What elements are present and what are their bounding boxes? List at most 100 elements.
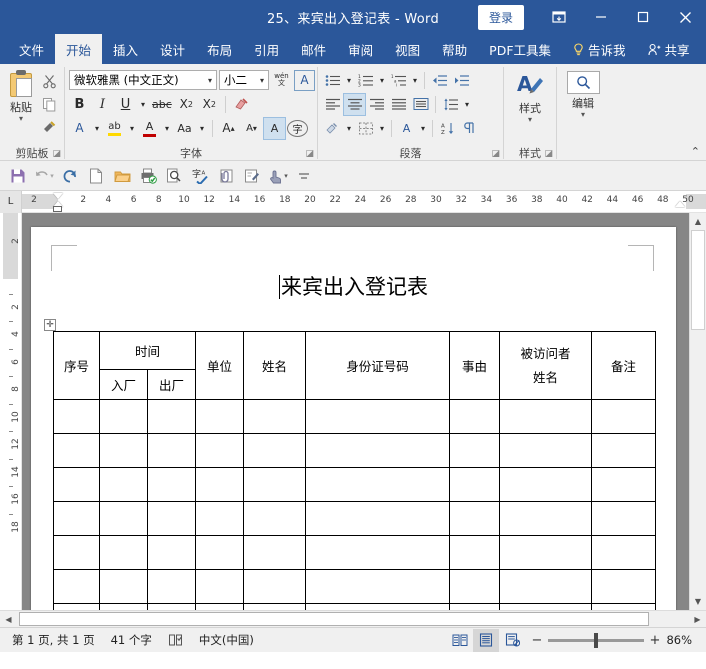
horizontal-scrollbar[interactable]: ◀ ▶ — [0, 610, 706, 627]
copy-icon[interactable] — [38, 94, 60, 115]
table-cell[interactable] — [305, 501, 451, 536]
table-cell[interactable] — [305, 399, 451, 434]
word-count[interactable]: 41 个字 — [103, 632, 160, 648]
horizontal-ruler[interactable]: L 2 2 4 6 8 10 12 14 16 18 20 22 24 26 28 30 32 34 36 38 40 4… — [0, 190, 706, 213]
justify-icon[interactable] — [388, 94, 409, 115]
grow-font-button[interactable]: A ▴ — [218, 118, 239, 139]
bullets-chevron-down-icon[interactable]: ▾ — [344, 70, 354, 91]
edit-document-icon[interactable] — [240, 164, 264, 188]
decrease-indent-icon[interactable] — [429, 70, 450, 91]
table-cell[interactable] — [99, 603, 148, 610]
tab-share[interactable]: 共享 — [637, 34, 701, 64]
header-cell-time[interactable]: 时间 — [98, 331, 197, 370]
new-document-icon[interactable] — [84, 164, 108, 188]
table-cell[interactable] — [591, 569, 657, 604]
zoom-percentage[interactable]: 86% — [666, 633, 696, 647]
change-case-button[interactable]: Aa — [174, 118, 195, 139]
superscript-button[interactable]: X2 — [199, 94, 220, 115]
clear-formatting-icon[interactable] — [231, 94, 252, 115]
bullets-icon[interactable] — [322, 70, 343, 91]
shading-chevron-down-icon[interactable]: ▾ — [344, 118, 354, 139]
table-cell[interactable] — [53, 501, 100, 536]
header-cell-exit[interactable]: 出厂 — [146, 369, 197, 400]
tab-mailings[interactable]: 邮件 — [290, 34, 337, 64]
table-cell[interactable] — [99, 467, 148, 502]
right-indent-marker[interactable] — [675, 200, 685, 207]
shading-icon[interactable] — [322, 118, 343, 139]
numbering-chevron-down-icon[interactable]: ▾ — [377, 70, 387, 91]
quick-print-icon[interactable] — [136, 164, 160, 188]
vertical-scrollbar[interactable]: ▲ ▼ — [689, 213, 706, 610]
header-cell-entry[interactable]: 入厂 — [99, 369, 148, 400]
align-left-icon[interactable] — [322, 94, 343, 115]
tab-pdf-tools[interactable]: PDF工具集 — [478, 34, 562, 64]
ribbon-display-options-icon[interactable] — [538, 0, 580, 34]
align-right-icon[interactable] — [366, 94, 387, 115]
table-cell[interactable] — [53, 399, 100, 434]
text-effects-button[interactable]: A — [69, 118, 90, 139]
collapse-ribbon-icon[interactable]: ⌃ — [691, 145, 700, 158]
table-row[interactable] — [53, 501, 657, 536]
table-cell[interactable] — [195, 569, 245, 604]
table-cell[interactable] — [146, 535, 197, 570]
minimize-icon[interactable] — [580, 0, 622, 34]
table-cell[interactable] — [195, 535, 245, 570]
table-cell[interactable] — [53, 467, 100, 502]
highlight-color-button[interactable]: ab — [104, 118, 125, 139]
header-cell-unit[interactable]: 单位 — [195, 331, 245, 400]
shrink-font-button[interactable]: A ▾ — [241, 118, 262, 139]
table-cell[interactable] — [499, 535, 593, 570]
editing-button[interactable]: 编辑 ▾ — [561, 68, 605, 119]
table-cell[interactable] — [146, 603, 197, 610]
table-cell[interactable] — [146, 467, 197, 502]
table-cell[interactable] — [305, 603, 451, 610]
horizontal-ruler-track[interactable]: 2 2 4 6 8 10 12 14 16 18 20 22 24 26 28 30 32 34 36 38 40 42 4… — [22, 191, 706, 213]
tab-help[interactable]: 帮助 — [431, 34, 478, 64]
table-cell[interactable] — [99, 433, 148, 468]
undo-icon[interactable]: ▾ — [32, 164, 56, 188]
print-layout-icon[interactable] — [473, 628, 499, 652]
table-cell[interactable] — [449, 501, 501, 536]
enclose-character-button[interactable]: 字 — [287, 119, 308, 137]
close-icon[interactable] — [664, 0, 706, 34]
table-cell[interactable] — [449, 569, 501, 604]
touch-mode-icon[interactable]: ▾ — [266, 164, 290, 188]
bold-button[interactable]: B — [69, 94, 90, 115]
paste-button[interactable]: 粘贴 ▾ — [4, 68, 38, 123]
table-row[interactable] — [53, 433, 657, 468]
italic-button[interactable]: I — [92, 94, 113, 115]
header-cell-remark[interactable]: 备注 — [591, 331, 657, 400]
table-cell[interactable] — [195, 433, 245, 468]
borders-chevron-down-icon[interactable]: ▾ — [377, 118, 387, 139]
document-heading[interactable]: 来宾出入登记表 — [31, 271, 676, 301]
clipboard-dialog-launcher[interactable]: ◪ — [52, 149, 61, 159]
character-border-icon[interactable]: A — [294, 69, 315, 91]
paragraph-dialog-launcher[interactable]: ◪ — [491, 149, 500, 159]
table-cell[interactable] — [499, 501, 593, 536]
table-cell[interactable] — [449, 603, 501, 610]
table-cell[interactable] — [99, 535, 148, 570]
zoom-slider[interactable] — [548, 632, 644, 648]
table-cell[interactable] — [99, 569, 148, 604]
table-cell[interactable] — [243, 467, 307, 502]
table-cell[interactable] — [99, 399, 148, 434]
vertical-scroll-thumb[interactable] — [691, 230, 705, 330]
format-painter-icon[interactable] — [38, 117, 60, 138]
table-cell[interactable] — [449, 433, 501, 468]
proofing-errors-icon[interactable] — [160, 633, 191, 647]
align-center-icon[interactable] — [343, 92, 366, 116]
table-cell[interactable] — [591, 603, 657, 610]
increase-indent-icon[interactable] — [451, 70, 472, 91]
scroll-up-arrow-icon[interactable]: ▲ — [690, 213, 706, 230]
numbering-icon[interactable]: 123 — [355, 70, 376, 91]
table-cell[interactable] — [449, 467, 501, 502]
redo-icon[interactable] — [58, 164, 82, 188]
table-row[interactable] — [53, 603, 657, 610]
table-cell[interactable] — [499, 467, 593, 502]
scroll-left-arrow-icon[interactable]: ◀ — [0, 611, 17, 627]
borders-icon[interactable] — [355, 118, 376, 139]
table-cell[interactable] — [146, 433, 197, 468]
cut-icon[interactable] — [38, 71, 60, 92]
underline-button[interactable]: U — [115, 94, 136, 115]
show-formatting-marks-icon[interactable] — [459, 118, 480, 139]
